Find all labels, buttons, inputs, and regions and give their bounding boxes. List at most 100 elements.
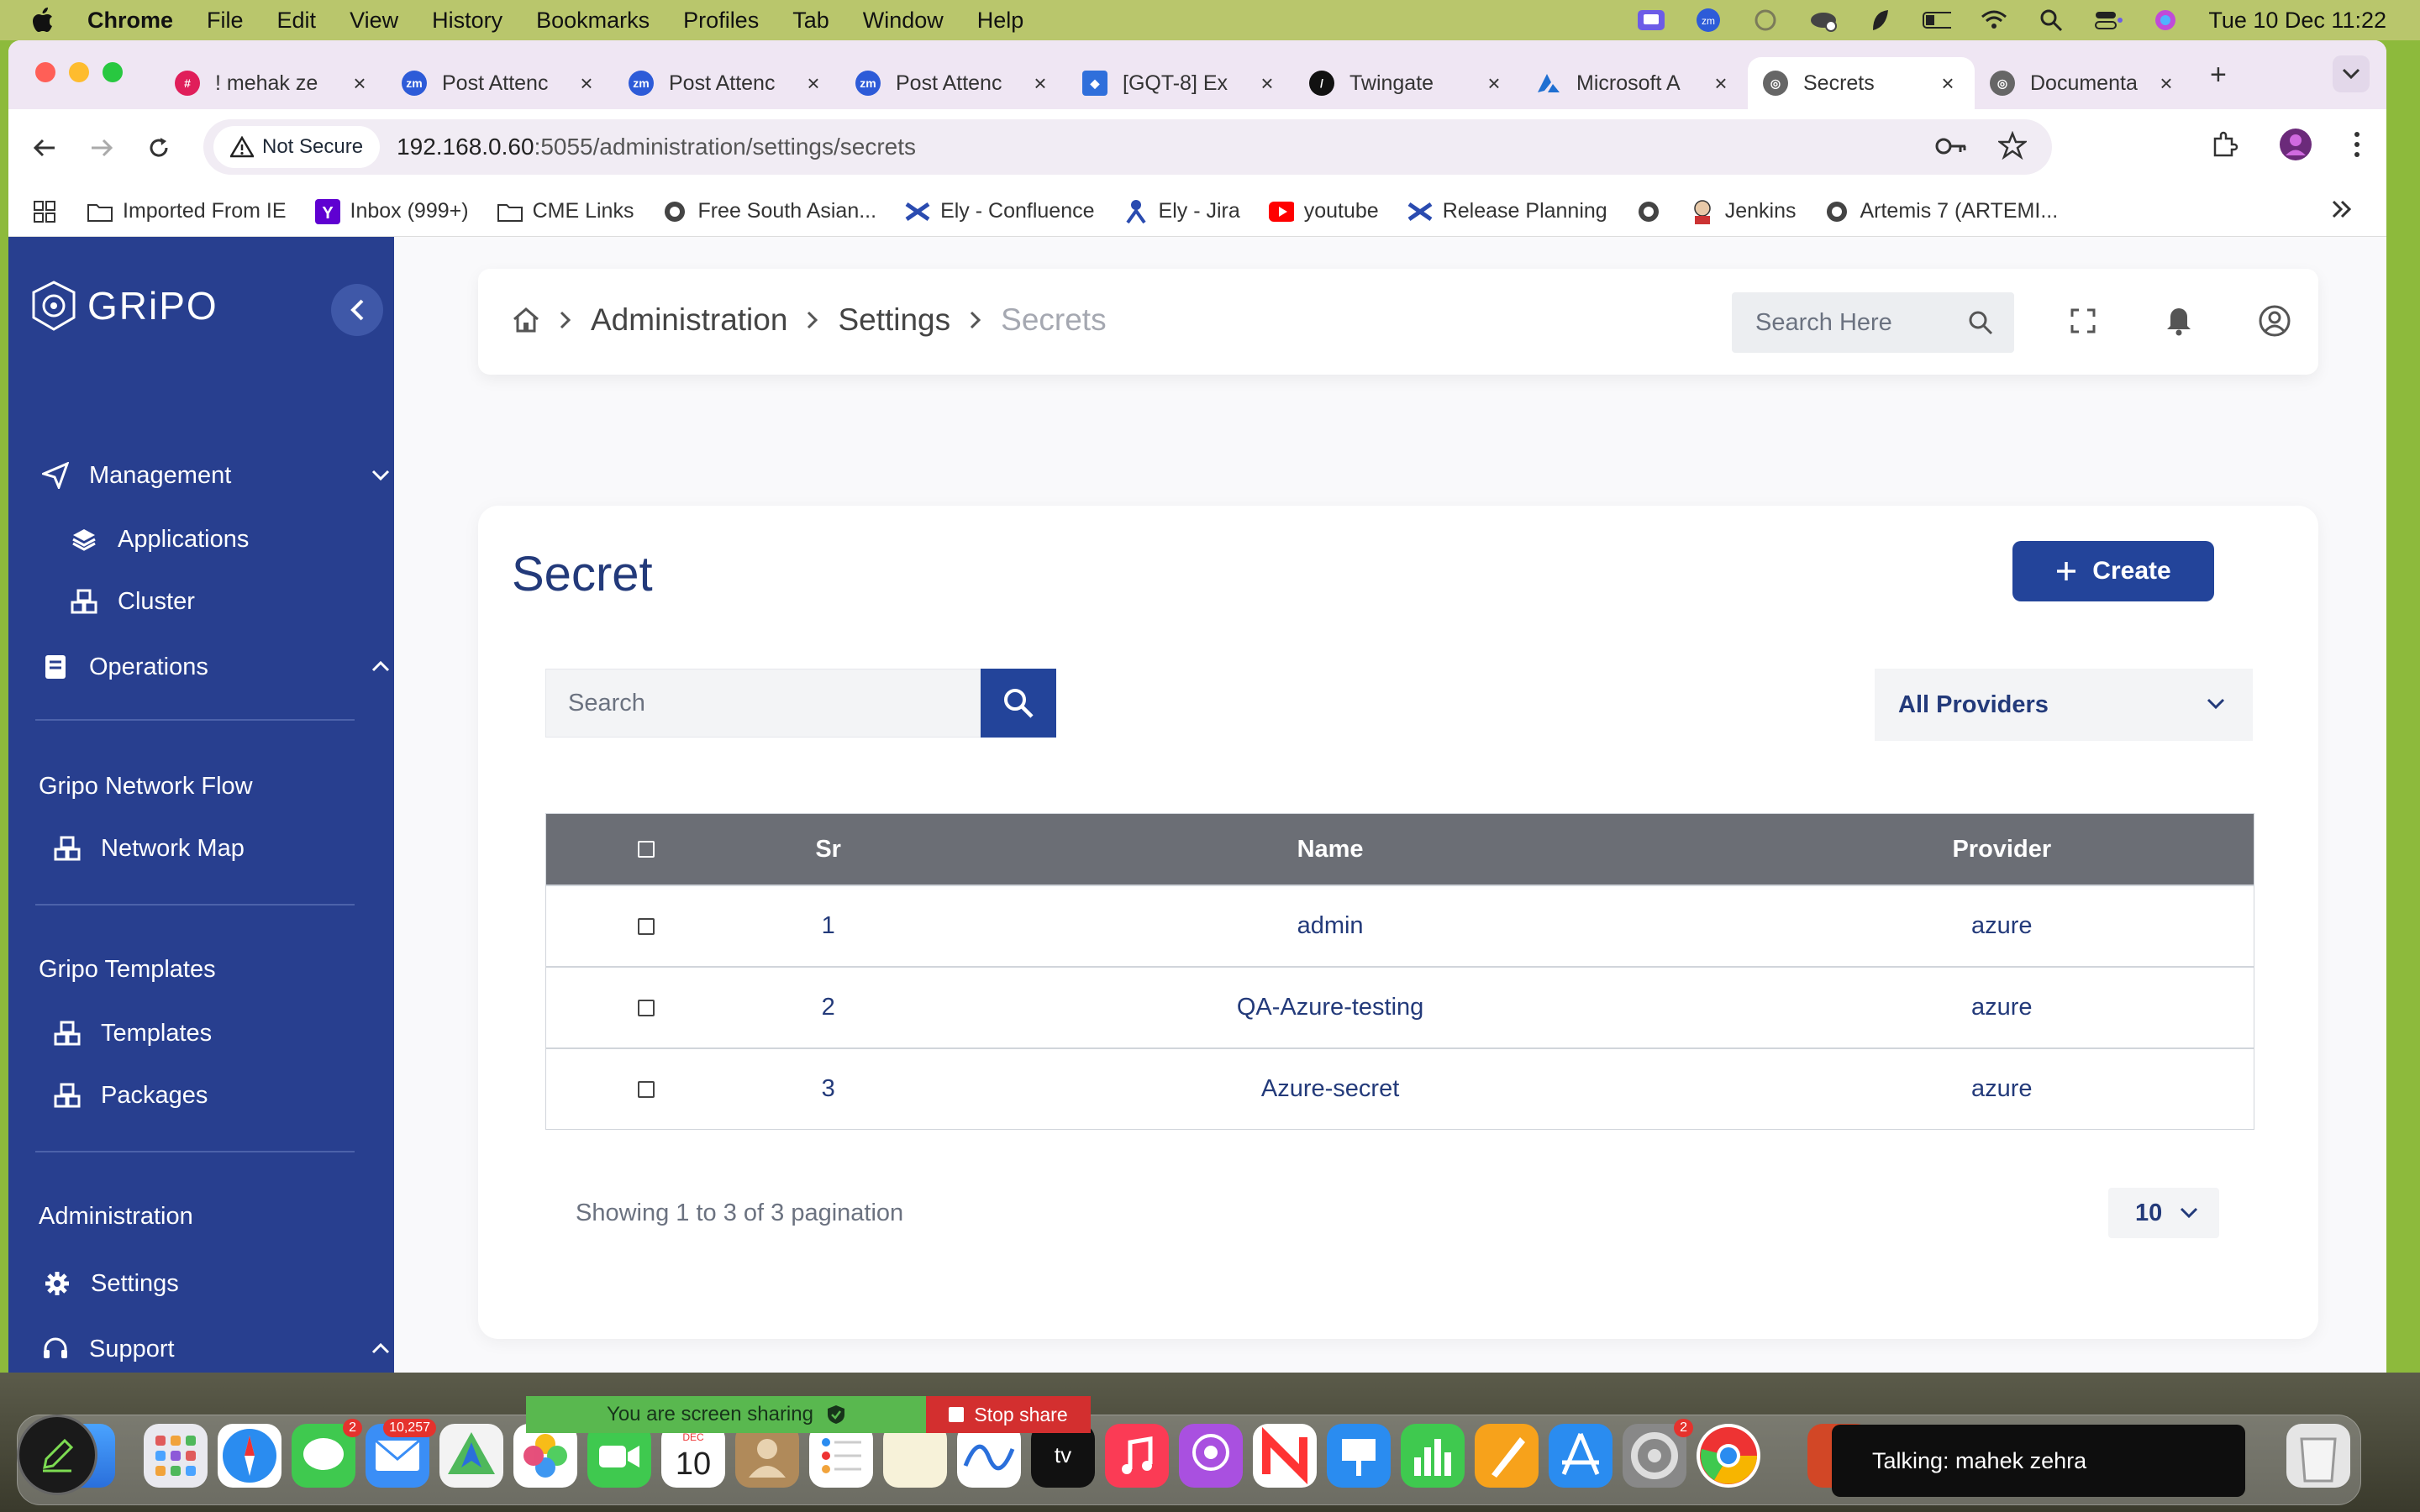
- screen-sharing-indicator[interactable]: You are screen sharing: [526, 1396, 926, 1433]
- tab-microsoft-azure[interactable]: Microsoft A ×: [1521, 57, 1748, 109]
- window-minimize-button[interactable]: [69, 62, 89, 82]
- close-icon[interactable]: ×: [2154, 71, 2178, 97]
- page-size-select[interactable]: 10: [2108, 1188, 2219, 1238]
- close-icon[interactable]: ×: [1255, 71, 1279, 97]
- password-key-icon[interactable]: [1934, 131, 1968, 161]
- select-all-checkbox[interactable]: [637, 841, 655, 858]
- close-icon[interactable]: ×: [802, 71, 825, 97]
- sidebar-item-operations[interactable]: Operations: [40, 652, 393, 682]
- calendar-icon[interactable]: DEC 10: [661, 1424, 725, 1488]
- bookmark-globe[interactable]: [1636, 199, 1661, 224]
- home-icon[interactable]: [512, 307, 540, 333]
- bookmark-ely-confluence[interactable]: Ely - Confluence: [905, 199, 1095, 224]
- bookmark-free-south-asian[interactable]: Free South Asian...: [662, 199, 876, 224]
- menubar-clock[interactable]: Tue 10 Dec 11:22: [2208, 8, 2386, 34]
- close-icon[interactable]: ×: [1482, 71, 1506, 97]
- control-center-icon[interactable]: [2094, 8, 2123, 32]
- user-account-icon[interactable]: [2258, 304, 2291, 338]
- close-icon[interactable]: ×: [1936, 71, 1960, 97]
- tab-documentation[interactable]: ◎ Documenta ×: [1975, 57, 2193, 109]
- header-search-input[interactable]: Search Here: [1732, 292, 2014, 353]
- menu-profiles[interactable]: Profiles: [683, 8, 759, 34]
- menu-app-name[interactable]: Chrome: [87, 8, 173, 34]
- extensions-icon[interactable]: [2210, 130, 2238, 159]
- tab-zoom-2[interactable]: zm Post Attenc ×: [613, 57, 840, 109]
- reload-button[interactable]: [138, 127, 180, 169]
- bookmark-imported-from-ie[interactable]: Imported From IE: [87, 199, 287, 224]
- search-button[interactable]: [981, 669, 1056, 738]
- spiral-icon[interactable]: [1751, 8, 1780, 32]
- launchpad-icon[interactable]: [144, 1424, 208, 1488]
- maps-icon[interactable]: [439, 1424, 503, 1488]
- news-icon[interactable]: [1253, 1424, 1317, 1488]
- numbers-icon[interactable]: [1401, 1424, 1465, 1488]
- sidebar-item-cluster[interactable]: Cluster: [69, 586, 422, 617]
- row-checkbox[interactable]: [637, 917, 655, 935]
- tab-zoom-3[interactable]: zm Post Attenc ×: [840, 57, 1067, 109]
- menu-file[interactable]: File: [207, 8, 244, 34]
- forward-button[interactable]: [81, 127, 123, 169]
- contacts-icon[interactable]: [735, 1424, 799, 1488]
- photos-icon[interactable]: [513, 1424, 577, 1488]
- profile-avatar[interactable]: [2279, 128, 2312, 161]
- sidebar-item-network-map[interactable]: Network Map: [52, 833, 405, 864]
- create-button[interactable]: Create: [2012, 541, 2214, 601]
- reminders-icon[interactable]: [809, 1424, 873, 1488]
- bookmark-inbox[interactable]: Y Inbox (999+): [314, 198, 469, 224]
- close-icon[interactable]: ×: [1709, 71, 1733, 97]
- spotlight-search-icon[interactable]: [2037, 8, 2065, 32]
- screen-share-status-icon[interactable]: [1637, 8, 1665, 32]
- close-icon[interactable]: ×: [575, 71, 598, 97]
- site-security-chip[interactable]: Not Secure: [213, 126, 381, 168]
- row-checkbox[interactable]: [637, 999, 655, 1016]
- leaf-icon[interactable]: [1865, 8, 1894, 32]
- secret-search-input[interactable]: Search: [545, 669, 982, 738]
- address-bar[interactable]: Not Secure 192.168.0.60:5055/administrat…: [203, 119, 2052, 175]
- sidebar-item-settings[interactable]: Settings: [42, 1268, 395, 1299]
- pages-icon[interactable]: [1475, 1424, 1539, 1488]
- window-zoom-button[interactable]: [103, 62, 123, 82]
- sidebar-item-applications[interactable]: Applications: [69, 524, 422, 554]
- menu-history[interactable]: History: [432, 8, 502, 34]
- bookmark-jenkins[interactable]: Jenkins: [1690, 199, 1796, 224]
- menu-edit[interactable]: Edit: [277, 8, 317, 34]
- search-icon[interactable]: [1967, 309, 1994, 336]
- menu-view[interactable]: View: [350, 8, 398, 34]
- safari-icon[interactable]: [218, 1424, 281, 1488]
- siri-icon[interactable]: [2151, 8, 2180, 32]
- chrome-icon[interactable]: [1697, 1424, 1760, 1488]
- table-row[interactable]: 2 QA-Azure-testing azure: [546, 966, 2254, 1047]
- tab-search-button[interactable]: [2333, 55, 2370, 92]
- gripo-logo[interactable]: GRiPO: [29, 279, 218, 333]
- bookmark-artemis[interactable]: Artemis 7 (ARTEMI...: [1824, 199, 2058, 224]
- bookmark-star-icon[interactable]: [1998, 131, 2027, 161]
- bookmarks-overflow-icon[interactable]: [2331, 198, 2353, 220]
- column-header-name[interactable]: Name: [911, 836, 1750, 864]
- sidebar-collapse-button[interactable]: [331, 284, 383, 336]
- breadcrumb-administration[interactable]: Administration: [591, 302, 787, 338]
- bookmark-youtube[interactable]: youtube: [1268, 199, 1379, 224]
- window-close-button[interactable]: [35, 62, 55, 82]
- facetime-icon[interactable]: [587, 1424, 651, 1488]
- menu-bookmarks[interactable]: Bookmarks: [536, 8, 650, 34]
- notification-bell-icon[interactable]: [2162, 304, 2196, 338]
- menu-tab[interactable]: Tab: [792, 8, 829, 34]
- apple-icon[interactable]: [32, 8, 54, 33]
- breadcrumb-settings[interactable]: Settings: [838, 302, 950, 338]
- bookmark-release-planning[interactable]: Release Planning: [1407, 199, 1607, 224]
- annotation-pencil-button[interactable]: [17, 1415, 97, 1495]
- row-checkbox[interactable]: [637, 1080, 655, 1098]
- sidebar-item-management[interactable]: Management: [40, 460, 393, 491]
- notes-icon[interactable]: [883, 1424, 947, 1488]
- close-icon[interactable]: ×: [1028, 71, 1052, 97]
- back-button[interactable]: [24, 127, 66, 169]
- tab-secrets[interactable]: ◎ Secrets ×: [1748, 57, 1975, 109]
- provider-filter-select[interactable]: All Providers: [1875, 669, 2253, 741]
- sidebar-item-packages[interactable]: Packages: [52, 1080, 405, 1110]
- apps-grid-icon[interactable]: [32, 199, 57, 224]
- cell-name[interactable]: admin: [911, 912, 1750, 940]
- music-icon[interactable]: [1105, 1424, 1169, 1488]
- tab-slack[interactable]: # ! mehak ze ×: [160, 57, 387, 109]
- column-header-provider[interactable]: Provider: [1750, 836, 2254, 864]
- close-icon[interactable]: ×: [348, 71, 371, 97]
